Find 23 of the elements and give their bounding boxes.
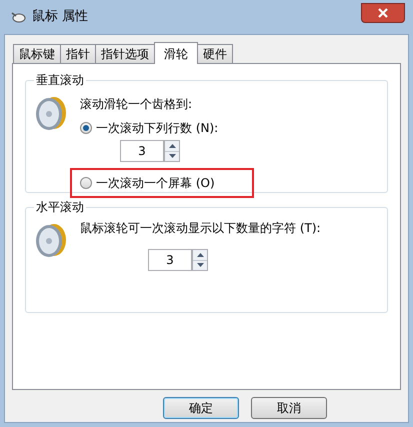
- dialog-button[interactable]: 取消: [251, 397, 327, 419]
- tab[interactable]: 鼠标键: [13, 44, 61, 63]
- radio-option[interactable]: 一次滚动一个屏幕 (O): [76, 174, 248, 192]
- tab[interactable]: 滑轮: [154, 42, 198, 64]
- number-field[interactable]: 3: [120, 140, 164, 162]
- prompt-text: 鼠标滚轮可一次滚动显示以下数量的字符 (T):: [80, 222, 322, 235]
- radio-button[interactable]: [80, 177, 92, 189]
- tab[interactable]: 指针: [60, 44, 96, 63]
- radio-option[interactable]: 一次滚动下列行数 (N):: [80, 119, 218, 137]
- radio-button[interactable]: [80, 122, 92, 134]
- prompt-text: 滚动滑轮一个齿格到:: [80, 96, 194, 113]
- tab[interactable]: 指针选项: [95, 44, 155, 63]
- group-title: 水平滚动: [34, 199, 86, 215]
- spin-buttons[interactable]: [192, 249, 208, 271]
- spin-buttons[interactable]: [164, 140, 180, 162]
- tab[interactable]: 硬件: [197, 44, 233, 63]
- group-title: 垂直滚动: [34, 72, 86, 88]
- mouse-icon: [10, 10, 26, 24]
- number-field[interactable]: 3: [148, 249, 192, 271]
- close-button[interactable]: [361, 3, 405, 23]
- dialog-button[interactable]: 确定: [163, 397, 239, 419]
- window-title: 鼠标 属性: [32, 8, 88, 26]
- close-icon: [378, 8, 388, 18]
